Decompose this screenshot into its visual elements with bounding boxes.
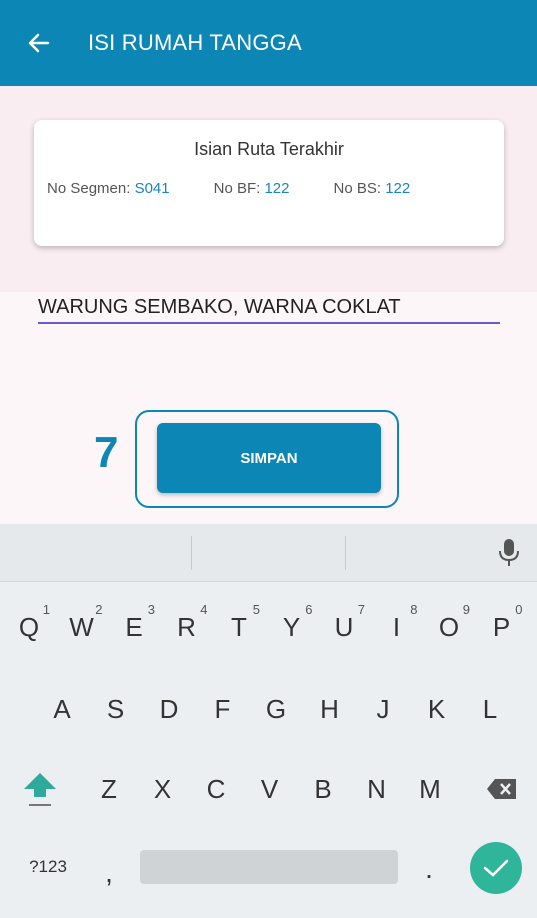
- key-hint: 7: [357, 602, 365, 617]
- key-m[interactable]: M: [405, 760, 455, 818]
- keyboard: Q1W2E3R4T5Y6U7I8O9P0 ASDFGHJKL ZXCVBNM ?…: [0, 524, 537, 918]
- key-label: E: [125, 611, 143, 642]
- simpan-button[interactable]: SIMPAN: [157, 423, 381, 493]
- key-j[interactable]: J: [358, 680, 408, 738]
- symbols-key[interactable]: ?123: [16, 838, 80, 896]
- bs-info: No BS: 122: [334, 180, 411, 197]
- enter-key[interactable]: [470, 842, 522, 894]
- suggestion-divider: [345, 536, 346, 570]
- description-field: [38, 292, 500, 324]
- key-label: Y: [282, 611, 301, 642]
- key-z[interactable]: Z: [84, 760, 134, 818]
- symbols-key-label: ?123: [29, 857, 67, 876]
- back-button[interactable]: [28, 28, 62, 58]
- key-hint: 4: [200, 602, 208, 617]
- key-h[interactable]: H: [305, 680, 355, 738]
- key-label: U: [334, 611, 354, 642]
- key-o[interactable]: O9: [424, 598, 474, 656]
- key-hint: 8: [410, 602, 418, 617]
- key-hint: 5: [252, 602, 260, 617]
- page-title: ISI RUMAH TANGGA: [88, 30, 302, 55]
- bs-value: 122: [385, 180, 411, 197]
- key-hint: 6: [305, 602, 313, 617]
- app-bar: ISI RUMAH TANGGA: [0, 0, 537, 86]
- key-label: W: [69, 611, 94, 642]
- key-n[interactable]: N: [352, 760, 402, 818]
- bs-label: No BS:: [333, 180, 382, 197]
- segmen-info: No Segmen: S041: [47, 180, 170, 197]
- shift-key[interactable]: [14, 760, 66, 818]
- key-i[interactable]: I8: [372, 598, 422, 656]
- key-f[interactable]: F: [198, 680, 248, 738]
- key-label: P: [492, 611, 511, 642]
- key-l[interactable]: L: [465, 680, 515, 738]
- key-v[interactable]: V: [245, 760, 295, 818]
- key-label: Q: [18, 611, 40, 642]
- key-e[interactable]: E3: [109, 598, 159, 656]
- period-key-label: .: [425, 853, 433, 884]
- bf-value: 122: [264, 180, 290, 197]
- description-input[interactable]: [38, 292, 500, 322]
- space-key[interactable]: [140, 850, 398, 884]
- key-w[interactable]: W2: [57, 598, 107, 656]
- bf-label: No BF:: [213, 180, 261, 197]
- arrow-left-icon: [28, 33, 50, 53]
- key-x[interactable]: X: [138, 760, 188, 818]
- key-label: I: [392, 611, 401, 642]
- key-label: T: [231, 611, 247, 642]
- key-s[interactable]: S: [91, 680, 141, 738]
- key-hint: 9: [462, 602, 470, 617]
- microphone-icon[interactable]: [498, 538, 520, 568]
- shift-icon: [24, 773, 56, 806]
- key-t[interactable]: T5: [214, 598, 264, 656]
- key-g[interactable]: G: [251, 680, 301, 738]
- comma-key-label: ,: [105, 857, 113, 888]
- key-r[interactable]: R4: [162, 598, 212, 656]
- key-hint: 3: [147, 602, 155, 617]
- key-c[interactable]: C: [191, 760, 241, 818]
- key-u[interactable]: U7: [319, 598, 369, 656]
- key-q[interactable]: Q1: [4, 598, 54, 656]
- key-a[interactable]: A: [37, 680, 87, 738]
- suggestion-divider: [191, 536, 192, 570]
- suggestion-strip: [0, 524, 537, 582]
- segmen-value: S041: [134, 180, 170, 197]
- key-y[interactable]: Y6: [267, 598, 317, 656]
- card-title: Isian Ruta Terakhir: [194, 139, 344, 159]
- comma-key[interactable]: ,: [84, 844, 134, 902]
- key-hint: 2: [95, 602, 103, 617]
- backspace-key[interactable]: [476, 760, 528, 818]
- key-label: R: [177, 611, 196, 642]
- bf-info: No BF: 122: [214, 180, 290, 197]
- key-hint: 1: [42, 602, 50, 617]
- step-number: 7: [94, 428, 119, 477]
- last-entry-card: Isian Ruta Terakhir No Segmen: S041 No B…: [34, 120, 504, 246]
- key-label: O: [438, 611, 460, 642]
- check-icon: [483, 859, 509, 877]
- backspace-icon: [487, 779, 516, 799]
- key-b[interactable]: B: [298, 760, 348, 818]
- key-k[interactable]: K: [412, 680, 462, 738]
- segmen-label: No Segmen:: [47, 180, 131, 197]
- key-d[interactable]: D: [144, 680, 194, 738]
- key-p[interactable]: P0: [477, 598, 527, 656]
- period-key[interactable]: .: [404, 840, 454, 898]
- key-hint: 0: [515, 602, 523, 617]
- card-info-row: No Segmen: S041 No BF: 122 No BS: 122: [47, 180, 497, 197]
